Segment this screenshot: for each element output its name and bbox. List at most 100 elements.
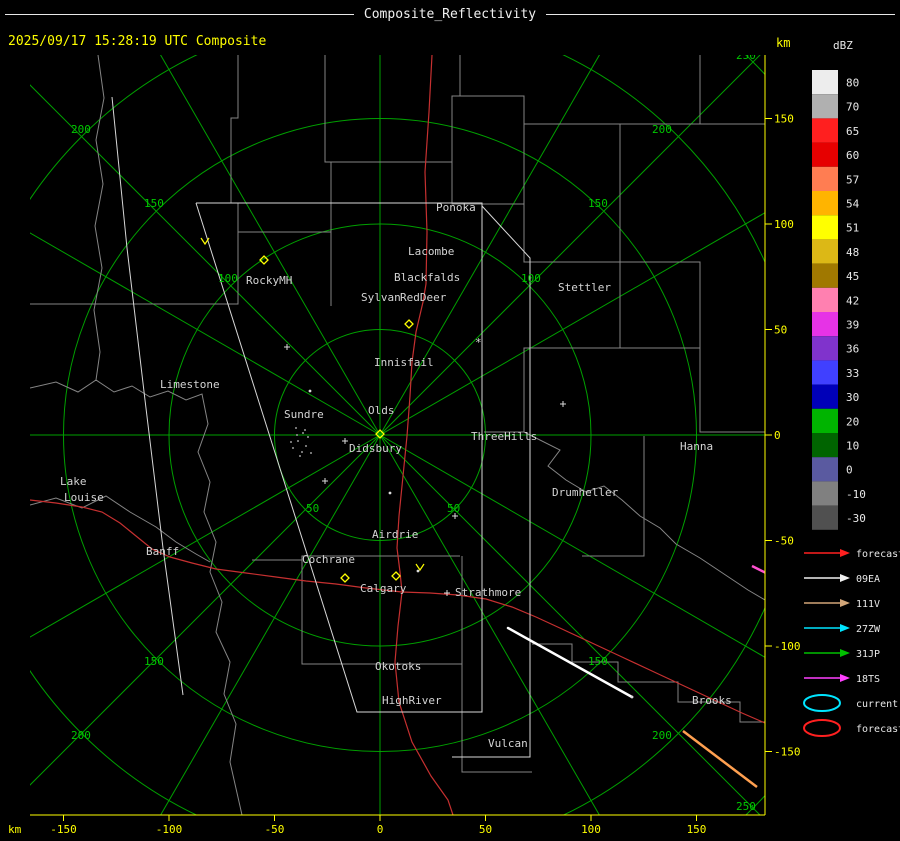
azimuth-line: [70, 0, 380, 435]
range-label: 200: [71, 729, 91, 742]
county-boundary: [238, 55, 331, 232]
clutter-dot: [305, 445, 307, 447]
legend-ellipse-label: current: [856, 699, 898, 710]
legend-arrow-label: 18TS: [856, 674, 880, 685]
county-boundary: [331, 55, 460, 162]
radar-site-marker: [341, 574, 349, 582]
colorbar-swatch: [812, 312, 838, 336]
range-label: 150: [588, 197, 608, 210]
range-label: 100: [521, 272, 541, 285]
county-boundary: [452, 96, 524, 204]
legend-arrow-label: 31JP: [856, 649, 880, 660]
colorbar-title: dBZ: [833, 39, 853, 52]
colorbar-swatch: [812, 239, 838, 263]
legend-arrowhead: [840, 574, 850, 582]
colorbar-swatch: [812, 191, 838, 215]
clutter-dot: [296, 434, 298, 436]
aircraft-symbol: [309, 390, 312, 393]
chevron-marker: [416, 564, 424, 570]
aircraft-symbol: [631, 696, 634, 699]
legend-ellipse: [804, 695, 840, 711]
city-label: Calgary: [360, 582, 407, 595]
colorbar-value: 70: [846, 101, 859, 114]
colorbar-swatch: [812, 288, 838, 312]
range-label: 200: [71, 123, 91, 136]
legend-arrowhead: [840, 649, 850, 657]
right-axis-label: 150: [774, 113, 794, 126]
colorbar-swatch: [812, 457, 838, 481]
right-axis-label: -150: [774, 746, 801, 759]
city-label: Strathmore: [455, 586, 521, 599]
range-label: 50: [447, 502, 460, 515]
range-label: 200: [652, 729, 672, 742]
colorbar-value: 45: [846, 270, 859, 283]
range-label: 250: [2, 800, 22, 813]
county-boundary: [302, 560, 462, 664]
colorbar-swatch: [812, 385, 838, 409]
legend-arrowhead: [840, 624, 850, 632]
colorbar-value: 0: [846, 464, 853, 477]
colorbar-value: 33: [846, 367, 859, 380]
city-label: Vulcan: [488, 737, 528, 750]
colorbar-swatch: [812, 118, 838, 142]
county-boundary: [524, 204, 530, 262]
city-label: Didsbury: [349, 442, 402, 455]
legend-arrow-label: 09EA: [856, 574, 880, 585]
county-boundary: [700, 348, 765, 432]
radar-window: Composite_Reflectivity 2025/09/17 15:28:…: [0, 0, 900, 841]
city-label: Sundre: [284, 408, 324, 421]
city-label: RedDeer: [400, 291, 447, 304]
range-label: 150: [144, 655, 164, 668]
city-label: Lacombe: [408, 245, 454, 258]
clutter-dot: [302, 432, 304, 434]
city-label: Innisfail: [374, 356, 434, 369]
right-axis-label: 0: [774, 429, 781, 442]
radar-site-marker: [392, 572, 400, 580]
county-boundary: [252, 556, 460, 560]
range-label: 250: [2, 370, 22, 383]
colorbar-value: 42: [846, 294, 859, 307]
clutter-dot: [304, 429, 306, 431]
city-label: Brooks: [692, 694, 732, 707]
orange-track-line: [683, 731, 757, 787]
radar-site-marker: [405, 320, 413, 328]
aircraft-symbol: [560, 401, 566, 407]
colorbar-swatch: [812, 215, 838, 239]
colorbar-value: -10: [846, 488, 866, 501]
colorbar-value: 65: [846, 125, 859, 138]
right-axis-label: -50: [774, 535, 794, 548]
colorbar-swatch: [812, 143, 838, 167]
city-label: HighRiver: [382, 694, 442, 707]
bottom-axis-label: 0: [377, 823, 384, 836]
clutter-dot: [310, 452, 312, 454]
colorbar-value: 10: [846, 440, 859, 453]
bottom-axis-unit: km: [8, 823, 22, 836]
azimuth-line: [380, 0, 818, 435]
magenta-track-line: [752, 566, 770, 575]
city-label: Hanna: [680, 440, 713, 453]
clutter-dot: [301, 451, 303, 453]
right-axis-label: -100: [774, 640, 801, 653]
clutter-dot: [307, 436, 309, 438]
highway-line: [30, 500, 402, 592]
colorbar-swatch: [812, 167, 838, 191]
bottom-axis-label: -50: [265, 823, 285, 836]
colorbar-value: 30: [846, 391, 859, 404]
county-boundary: [532, 644, 765, 722]
legend-arrowhead: [840, 599, 850, 607]
city-label: RockyMH: [246, 274, 292, 287]
colorbar-swatch: [812, 360, 838, 384]
city-label: Olds: [368, 404, 395, 417]
aircraft-symbol: [417, 570, 420, 573]
colorbar-value: 20: [846, 415, 859, 428]
city-label: Airdrie: [372, 528, 418, 541]
legend-arrowhead: [840, 549, 850, 557]
aircraft-symbol: [322, 478, 328, 484]
clutter-dot: [299, 455, 301, 457]
colorbar-swatch: [812, 506, 838, 530]
range-label: 250: [736, 800, 756, 813]
colorbar-swatch: [812, 433, 838, 457]
legend-ellipse-label: forecast: [856, 724, 900, 735]
colorbar-value: 48: [846, 246, 859, 259]
clutter-dot: [297, 440, 299, 442]
